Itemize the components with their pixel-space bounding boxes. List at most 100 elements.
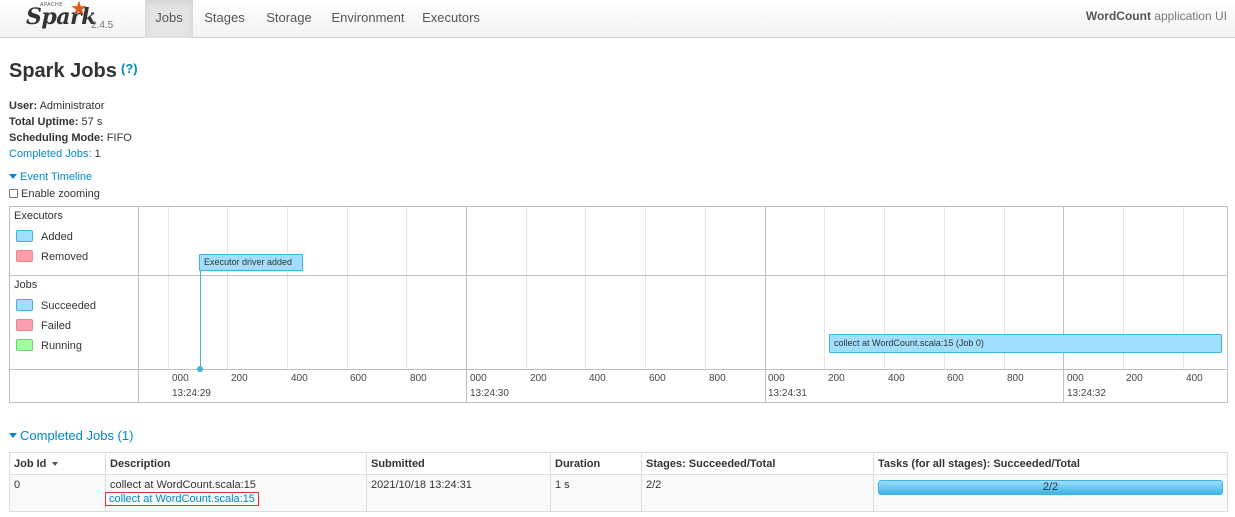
- legend-added-label: Added: [41, 231, 73, 243]
- executor-added-event[interactable]: Executor driver added: [199, 254, 303, 271]
- timeline-row-divider: [10, 275, 1227, 276]
- axis-tick: 000: [768, 373, 785, 384]
- description-cell: collect at WordCount.scala:15 collect at…: [105, 474, 367, 512]
- tab-stages[interactable]: Stages: [196, 0, 253, 38]
- axis-tick: 200: [1126, 373, 1143, 384]
- axis-tick: 400: [291, 373, 308, 384]
- grid-line-major: [466, 207, 467, 402]
- grid-line: [705, 207, 706, 370]
- axis-tick: 600: [649, 373, 666, 384]
- uptime-label: Total Uptime:: [9, 116, 79, 128]
- axis-tick: 400: [589, 373, 606, 384]
- tab-executors[interactable]: Executors: [418, 0, 484, 38]
- executor-event-line: [200, 271, 201, 369]
- description-text: collect at WordCount.scala:15: [110, 479, 256, 491]
- tab-jobs[interactable]: Jobs: [145, 0, 193, 38]
- event-timeline[interactable]: Executors Added Removed Executor driver …: [9, 206, 1228, 403]
- axis-tick: 600: [947, 373, 964, 384]
- grid-line: [585, 207, 586, 370]
- completed-jobs-toggle[interactable]: Completed Jobs (1): [9, 428, 133, 443]
- user-label: User:: [9, 100, 38, 112]
- axis-time-label: 13:24:31: [768, 388, 807, 399]
- tab-environment[interactable]: Environment: [326, 0, 410, 38]
- axis-tick: 800: [410, 373, 427, 384]
- axis-tick: 000: [470, 373, 487, 384]
- job-0-event[interactable]: collect at WordCount.scala:15 (Job 0): [829, 334, 1222, 353]
- removed-swatch: [16, 250, 33, 262]
- duration-cell: 1 s: [550, 474, 642, 512]
- legend-failed-label: Failed: [41, 320, 71, 332]
- axis-tick: 000: [172, 373, 189, 384]
- scheduling-mode-label: Scheduling Mode:: [9, 132, 104, 144]
- job-id-cell: 0: [9, 474, 106, 512]
- event-timeline-toggle[interactable]: Event Timeline: [9, 171, 92, 183]
- executor-event-dot: [197, 366, 203, 372]
- axis-tick: 200: [231, 373, 248, 384]
- legend-running: Running: [16, 339, 82, 352]
- enable-zooming-checkbox[interactable]: [9, 189, 18, 198]
- grid-line: [168, 207, 169, 370]
- event-timeline-label: Event Timeline: [20, 171, 93, 183]
- uptime-value: 57 s: [81, 116, 103, 128]
- column-header-duration[interactable]: Duration: [550, 452, 642, 475]
- caret-down-icon: [9, 433, 17, 439]
- job-id-header-label: Job Id: [14, 457, 47, 470]
- grid-line: [526, 207, 527, 370]
- axis-tick: 200: [530, 373, 547, 384]
- top-navbar: APACHE Spark ★ 2.4.5 Jobs Stages Storage…: [0, 0, 1235, 38]
- column-header-job-id[interactable]: Job Id: [9, 452, 106, 475]
- legend-succeeded: Succeeded: [16, 299, 96, 312]
- table-header-row: Job Id Description Submitted Duration St…: [9, 452, 1228, 475]
- tasks-progress-bar: 2/2: [878, 480, 1223, 495]
- jobs-group-title: Jobs: [14, 279, 38, 291]
- legend-removed-label: Removed: [41, 251, 89, 263]
- completed-jobs-heading: Completed Jobs (1): [20, 428, 134, 443]
- app-title: WordCount application UI: [1086, 0, 1227, 38]
- completed-jobs-table: Job Id Description Submitted Duration St…: [9, 452, 1228, 512]
- legend-running-label: Running: [41, 340, 82, 352]
- axis-tick: 800: [1007, 373, 1024, 384]
- executors-group-title: Executors: [14, 210, 63, 222]
- app-suffix: application UI: [1154, 9, 1227, 23]
- added-swatch: [16, 230, 33, 242]
- submitted-cell: 2021/10/18 13:24:31: [366, 474, 551, 512]
- user-value: Administrator: [39, 100, 105, 112]
- column-header-description[interactable]: Description: [105, 452, 367, 475]
- grid-line-major: [765, 207, 766, 402]
- axis-tick: 000: [1067, 373, 1084, 384]
- spark-version: 2.4.5: [91, 20, 114, 31]
- sort-desc-icon: [52, 461, 59, 466]
- timeline-axis-divider: [10, 369, 1227, 370]
- legend-failed: Failed: [16, 319, 71, 332]
- tab-storage[interactable]: Storage: [259, 0, 319, 38]
- table-row: 0 collect at WordCount.scala:15 collect …: [9, 474, 1228, 512]
- axis-time-label: 13:24:32: [1067, 388, 1106, 399]
- page-title: Spark Jobs: [9, 60, 117, 82]
- completed-jobs-count: 1: [94, 148, 101, 160]
- completed-jobs-link[interactable]: Completed Jobs:: [9, 148, 92, 160]
- axis-tick: 400: [1186, 373, 1203, 384]
- stages-cell: 2/2: [641, 474, 874, 512]
- scheduling-mode-value: FIFO: [106, 132, 132, 144]
- caret-down-icon: [9, 173, 17, 179]
- axis-tick: 600: [350, 373, 367, 384]
- axis-tick: 200: [828, 373, 845, 384]
- column-header-submitted[interactable]: Submitted: [366, 452, 551, 475]
- column-header-stages: Stages: Succeeded/Total: [641, 452, 874, 475]
- legend-added: Added: [16, 230, 73, 243]
- axis-time-label: 13:24:29: [172, 388, 211, 399]
- job-description-link[interactable]: collect at WordCount.scala:15: [105, 492, 259, 506]
- legend-succeeded-label: Succeeded: [41, 300, 97, 312]
- axis-time-label: 13:24:30: [470, 388, 509, 399]
- axis-tick: 400: [888, 373, 905, 384]
- grid-line: [287, 207, 288, 370]
- tasks-cell: 2/2: [873, 474, 1228, 512]
- succeeded-swatch: [16, 299, 33, 311]
- help-link[interactable]: (?): [121, 61, 138, 76]
- enable-zooming-control[interactable]: Enable zooming: [9, 188, 100, 200]
- failed-swatch: [16, 319, 33, 331]
- spark-logo[interactable]: APACHE Spark ★ 2.4.5: [26, 0, 136, 38]
- grid-line: [824, 207, 825, 370]
- spark-star-icon: ★: [70, 0, 88, 20]
- grid-line-major: [1063, 207, 1064, 402]
